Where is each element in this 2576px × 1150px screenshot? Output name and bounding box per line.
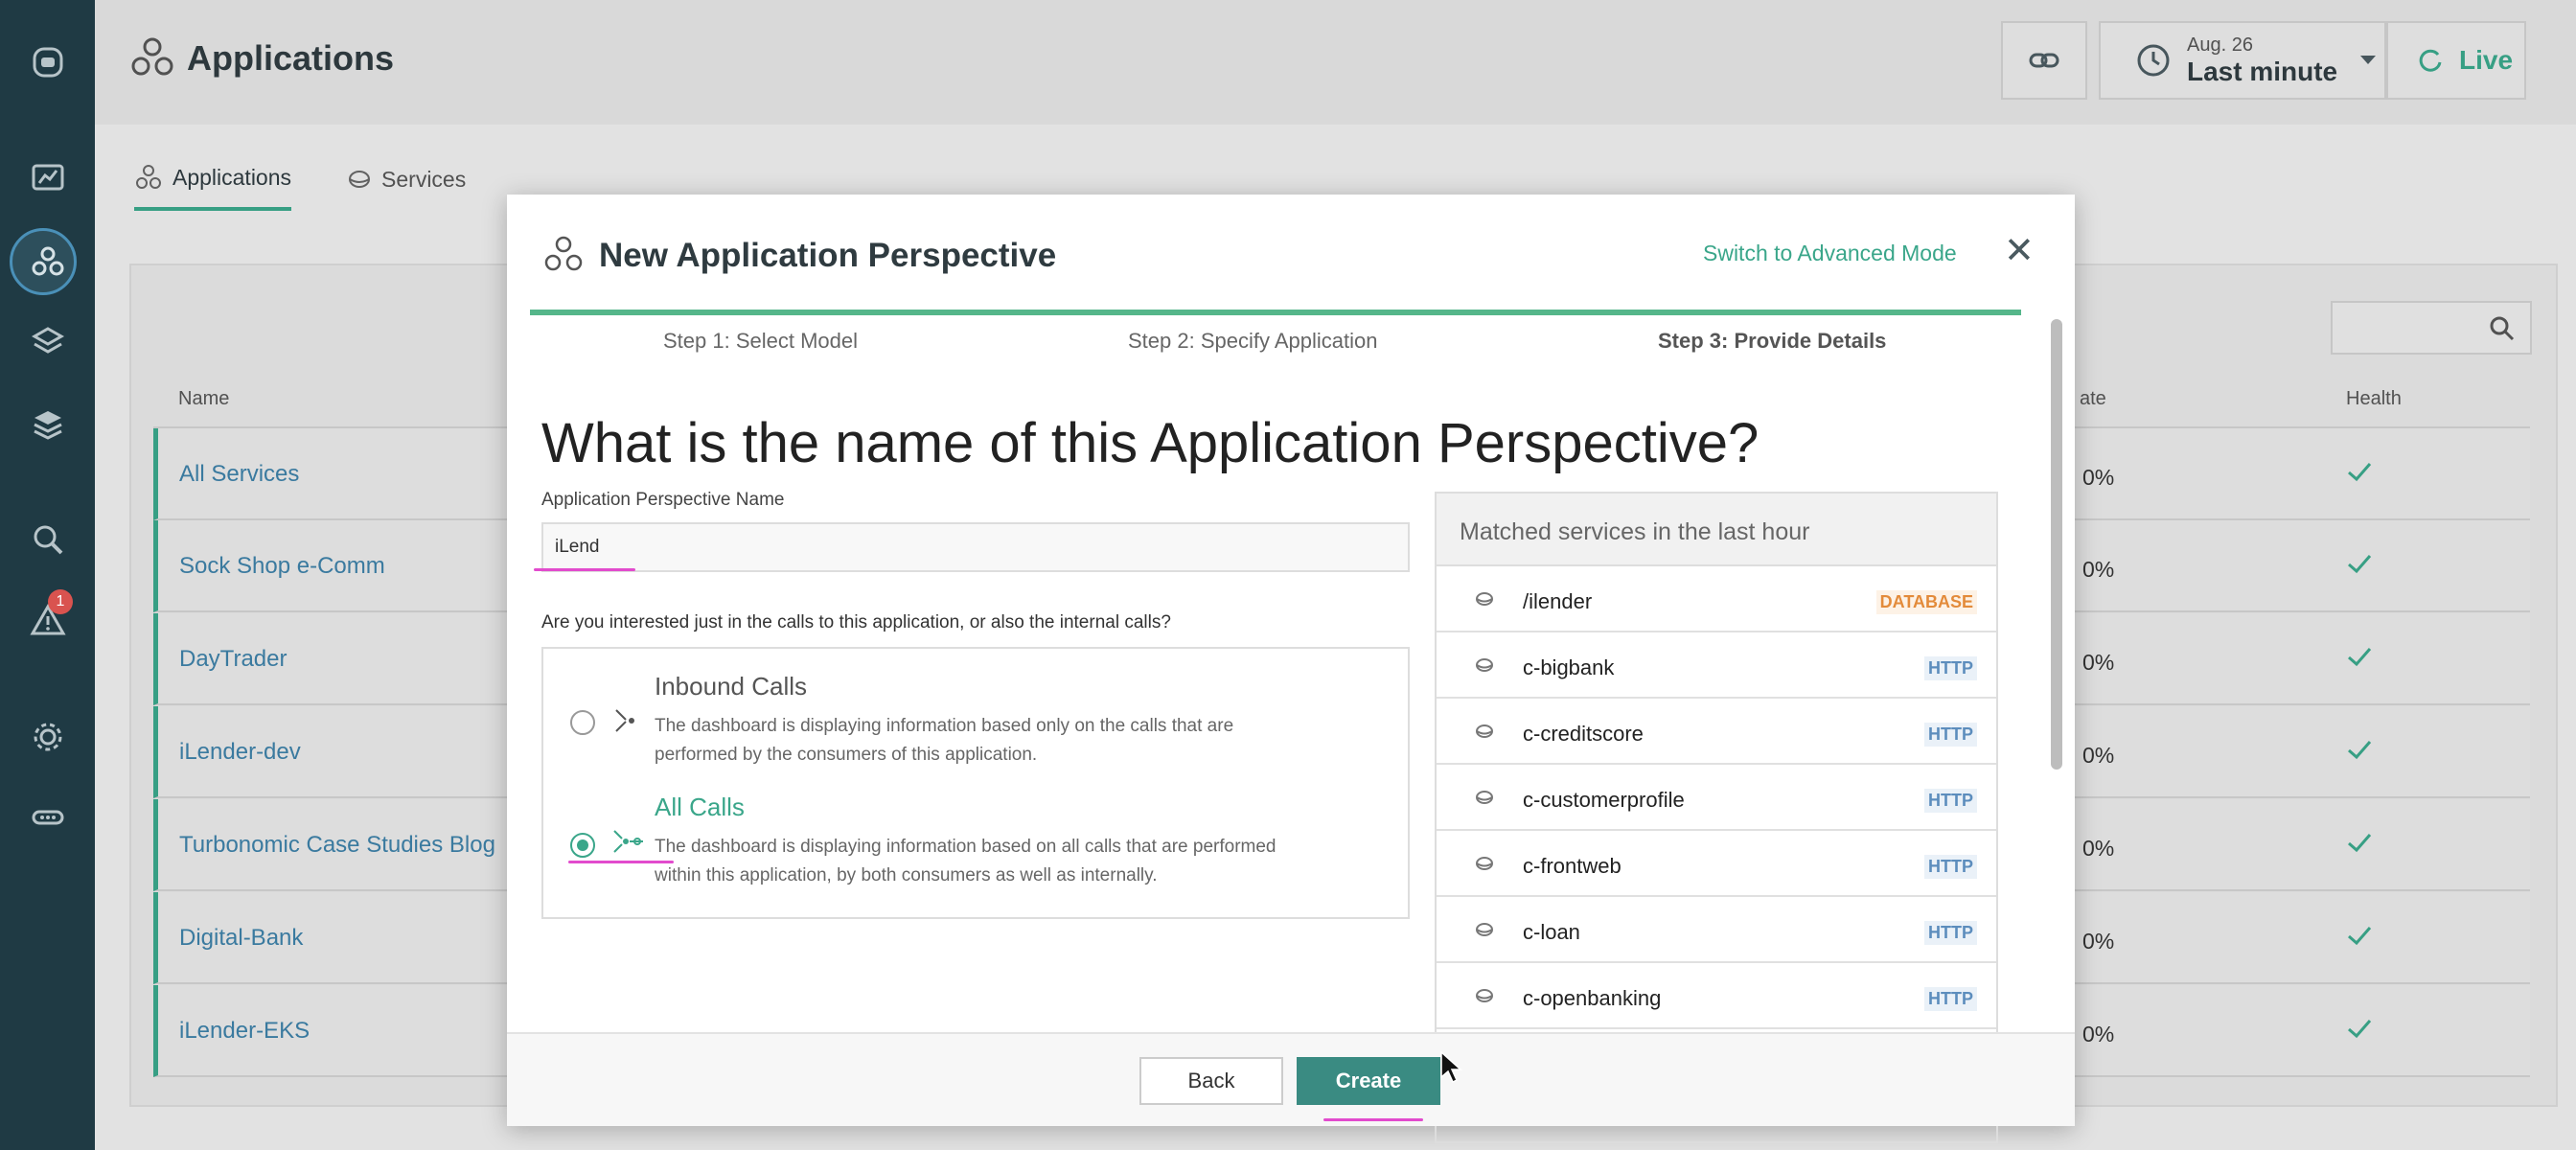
service-icon xyxy=(1476,791,1493,804)
list-item[interactable]: c-creditscore HTTP xyxy=(1437,699,1996,765)
service-name: c-loan xyxy=(1523,920,1580,944)
annotation-underline xyxy=(534,568,635,571)
new-application-perspective-dialog: New Application Perspective Switch to Ad… xyxy=(507,195,2075,1143)
service-icon xyxy=(1476,724,1493,738)
switch-advanced-mode-link[interactable]: Switch to Advanced Mode xyxy=(1703,241,1957,266)
list-item[interactable]: /ilender DATABASE xyxy=(1437,566,1996,632)
all-calls-title[interactable]: All Calls xyxy=(655,793,745,822)
matched-services-title: Matched services in the last hour xyxy=(1437,494,1996,566)
service-name: c-frontweb xyxy=(1523,854,1622,878)
service-type-badge: HTTP xyxy=(1924,723,1977,747)
service-name: c-openbanking xyxy=(1523,986,1662,1010)
service-icon xyxy=(1476,592,1493,606)
service-type-badge: HTTP xyxy=(1924,987,1977,1011)
wizard-progress-bar xyxy=(530,310,2021,315)
calls-question: Are you interested just in the calls to … xyxy=(541,612,1171,632)
service-name: c-creditscore xyxy=(1523,722,1644,746)
back-button[interactable]: Back xyxy=(1139,1057,1283,1105)
service-icon xyxy=(1476,923,1493,936)
dialog-footer: Back Create xyxy=(507,1032,2075,1126)
annotation-underline xyxy=(568,861,674,863)
calls-options-box: Inbound Calls The dashboard is displayin… xyxy=(541,647,1410,919)
create-button[interactable]: Create xyxy=(1297,1057,1440,1105)
all-calls-radio[interactable] xyxy=(570,833,595,858)
name-question-heading: What is the name of this Application Per… xyxy=(541,412,1760,474)
left-nav-rail: 1 xyxy=(0,0,95,1150)
inbound-calls-radio[interactable] xyxy=(570,710,595,735)
websites-icon[interactable] xyxy=(0,309,95,376)
applications-icon xyxy=(544,236,583,271)
settings-icon[interactable] xyxy=(0,703,95,770)
name-field-label: Application Perspective Name xyxy=(541,490,785,510)
service-type-badge: HTTP xyxy=(1924,921,1977,945)
list-item[interactable]: c-customerprofile HTTP xyxy=(1437,765,1996,831)
service-type-badge: HTTP xyxy=(1924,656,1977,680)
perspective-name-input[interactable] xyxy=(541,522,1410,572)
service-type-badge: HTTP xyxy=(1924,855,1977,879)
list-item[interactable]: c-frontweb HTTP xyxy=(1437,831,1996,897)
inbound-calls-icon xyxy=(615,709,634,732)
service-name: /ilender xyxy=(1523,589,1593,613)
wizard-step-2[interactable]: Step 2: Specify Application xyxy=(1128,329,1378,354)
annotation-underline xyxy=(1323,1118,1423,1121)
close-icon[interactable]: ✕ xyxy=(2004,233,2035,269)
inbound-calls-title[interactable]: Inbound Calls xyxy=(655,672,807,702)
robot-logo-icon[interactable] xyxy=(0,29,95,96)
service-icon xyxy=(1476,989,1493,1002)
mouse-cursor-icon xyxy=(1440,1050,1462,1084)
dashboard-icon[interactable] xyxy=(0,144,95,211)
more-icon[interactable] xyxy=(0,784,95,851)
all-calls-icon xyxy=(613,830,643,853)
inbound-calls-description: The dashboard is displaying information … xyxy=(655,716,1234,765)
wizard-step-3[interactable]: Step 3: Provide Details xyxy=(1658,329,1886,354)
service-name: c-customerprofile xyxy=(1523,788,1685,812)
alert-icon[interactable] xyxy=(0,586,95,654)
list-item[interactable]: c-bigbank HTTP xyxy=(1437,632,1996,699)
service-type-badge: DATABASE xyxy=(1875,590,1977,614)
list-item[interactable]: c-openbanking HTTP xyxy=(1437,963,1996,1029)
service-icon xyxy=(1476,658,1493,672)
list-item[interactable]: c-loan HTTP xyxy=(1437,897,1996,963)
infrastructure-icon[interactable] xyxy=(0,391,95,458)
applications-icon[interactable] xyxy=(0,228,95,295)
analyze-icon[interactable] xyxy=(0,506,95,573)
service-type-badge: HTTP xyxy=(1924,789,1977,813)
service-name: c-bigbank xyxy=(1523,656,1615,679)
dialog-title: New Application Perspective xyxy=(599,237,1057,274)
service-icon xyxy=(1476,857,1493,870)
all-calls-description: The dashboard is displaying information … xyxy=(655,837,1276,886)
dialog-scrollbar[interactable] xyxy=(2051,319,2062,770)
alert-count-badge: 1 xyxy=(48,589,73,614)
wizard-step-1[interactable]: Step 1: Select Model xyxy=(663,329,858,354)
